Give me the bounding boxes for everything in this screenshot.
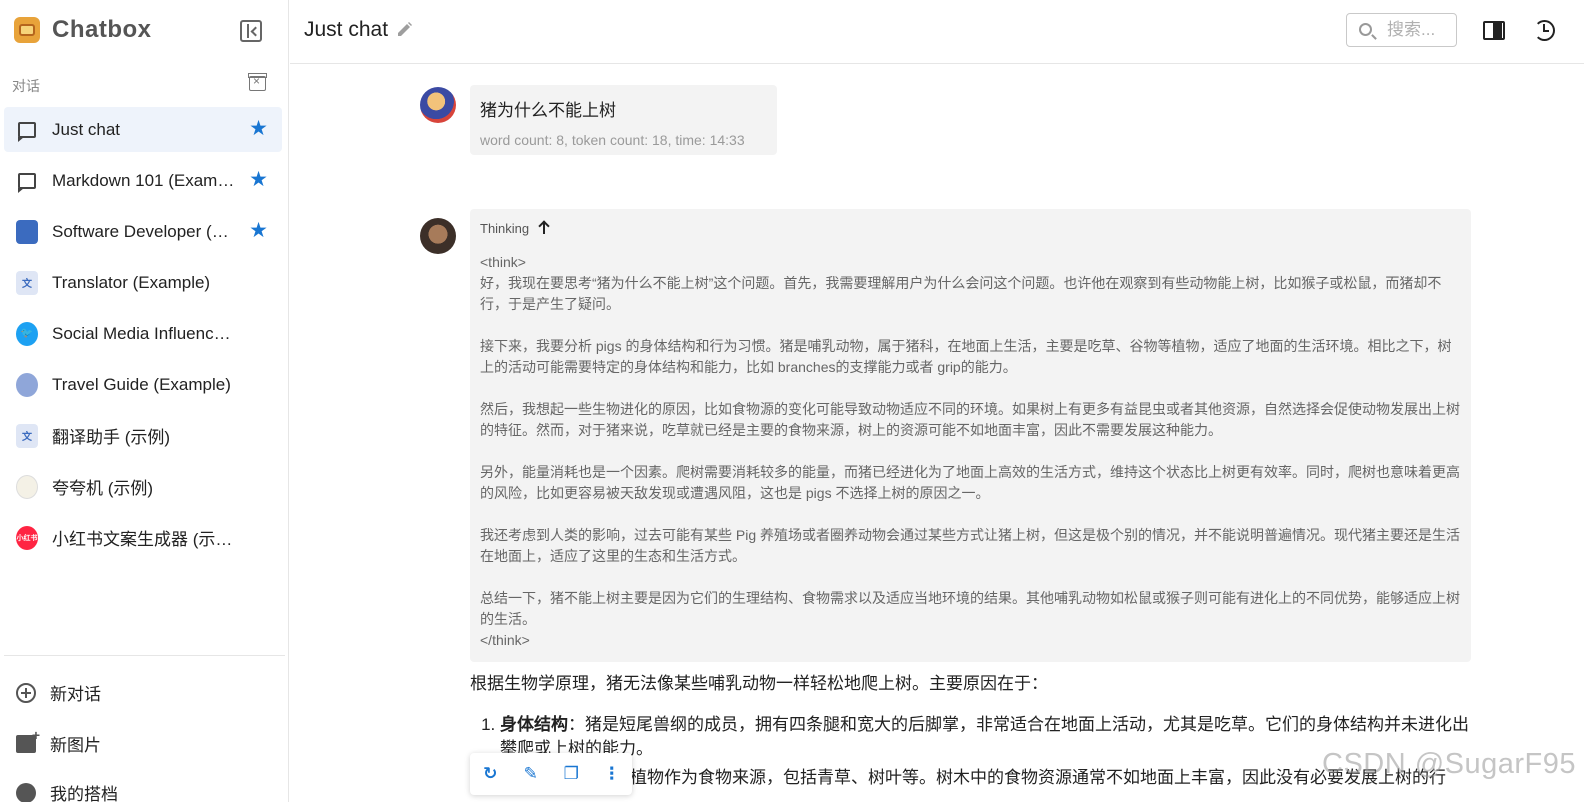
conversation-item-xiaohongshu[interactable]: 小红书 小红书文案生成器 (示例) xyxy=(4,515,282,560)
conversation-label: Software Developer (Example) xyxy=(52,221,237,241)
translator-avatar-icon: 文 xyxy=(16,423,38,448)
search-icon xyxy=(1359,23,1372,36)
chatbox-app: Chatbox 对话 Just chat ★ Markdown 101 (Exa… xyxy=(0,0,1584,802)
new-image-label: 新图片 xyxy=(50,736,101,755)
brand-name: Chatbox xyxy=(52,16,152,43)
collapse-sidebar-icon[interactable] xyxy=(240,20,262,42)
conversation-label: Translator (Example) xyxy=(52,272,211,292)
thinking-content: <think> 好，我现在要思考“猪为什么不能上树”这个问题。首先，我需要理解用… xyxy=(480,252,1465,651)
image-plus-icon xyxy=(16,727,40,753)
conversation-item-travel-guide[interactable]: Travel Guide (Example) xyxy=(4,362,282,407)
conversation-label: Travel Guide (Example) xyxy=(52,374,231,394)
user-avatar xyxy=(420,87,456,123)
new-image-button[interactable]: 新图片 xyxy=(16,727,101,756)
conversation-list: Just chat ★ Markdown 101 (Example) ★ Sof… xyxy=(4,107,282,566)
conversation-item-praise-bot[interactable]: 夸夸机 (示例) xyxy=(4,464,282,509)
user-message-meta: word count: 8, token count: 18, time: 14… xyxy=(480,132,745,148)
user-message: 猪为什么不能上树 word count: 8, token count: 18,… xyxy=(470,85,777,155)
plus-circle-icon xyxy=(16,682,36,703)
star-icon[interactable]: ★ xyxy=(249,169,268,190)
conversation-label: 小红书文案生成器 (示例) xyxy=(52,530,237,549)
conversation-item-markdown[interactable]: Markdown 101 (Example) ★ xyxy=(4,158,282,203)
assistant-avatar xyxy=(420,218,456,254)
conversation-label: Just chat xyxy=(52,119,121,139)
developer-avatar-icon xyxy=(16,219,38,244)
duck-avatar-icon xyxy=(16,474,38,499)
conversation-item-translator[interactable]: 文 Translator (Example) xyxy=(4,260,282,305)
thinking-paragraph: 接下来，我要分析 pigs 的身体结构和行为习惯。猪是哺乳动物，属于猪科，在地面… xyxy=(480,338,1452,375)
toggle-panel-icon[interactable] xyxy=(1483,21,1505,40)
new-chat-label: 新对话 xyxy=(50,685,101,704)
refresh-icon[interactable]: ↻ xyxy=(481,765,499,783)
globe-avatar-icon xyxy=(16,372,38,397)
history-icon[interactable] xyxy=(1534,20,1555,41)
conversations-section-label: 对话 xyxy=(12,78,40,94)
sidebar: Chatbox 对话 Just chat ★ Markdown 101 (Exa… xyxy=(0,0,289,802)
more-icon[interactable]: ⋮ xyxy=(603,765,621,783)
chat-title[interactable]: Just chat xyxy=(304,18,388,42)
thinking-paragraph: 我还考虑到人类的影响，过去可能有某些 Pig 养殖场或者圈养动物会通过某些方式让… xyxy=(480,527,1461,564)
answer-item-title: 身体结构 xyxy=(500,715,568,734)
star-icon[interactable]: ★ xyxy=(249,220,268,241)
conversation-label: 夸夸机 (示例) xyxy=(52,479,154,498)
sidebar-divider xyxy=(4,655,285,656)
conversation-item-translator-cn[interactable]: 文 翻译助手 (示例) xyxy=(4,413,282,458)
chat-bubble-icon xyxy=(16,170,38,193)
collapse-thinking-arrow-up-icon[interactable] xyxy=(543,222,545,234)
conversation-item-just-chat[interactable]: Just chat ★ xyxy=(4,107,282,152)
chat-header: Just chat xyxy=(290,0,1584,64)
my-partners-label: 我的搭档 xyxy=(50,785,118,802)
conversation-label: Markdown 101 (Example) xyxy=(52,170,237,190)
thinking-block: Thinking <think> 好，我现在要思考“猪为什么不能上树”这个问题。… xyxy=(470,209,1471,662)
chatbox-logo-icon xyxy=(14,17,40,43)
watermark: CSDN @SugarF95 xyxy=(1322,748,1577,780)
message-toolbar: ↻ ✎ ❐ ⋮ xyxy=(470,753,632,795)
brand: Chatbox xyxy=(14,14,152,46)
xiaohongshu-avatar-icon: 小红书 xyxy=(16,525,38,550)
search-input[interactable] xyxy=(1387,20,1453,40)
conversation-item-social-media[interactable]: 🐦 Social Media Influencer (Example) xyxy=(4,311,282,356)
my-partners-button[interactable]: 我的搭档 xyxy=(16,780,118,802)
edit-title-icon[interactable] xyxy=(396,20,412,40)
thinking-paragraph: 另外，能量消耗也是一个因素。爬树需要消耗较多的能量，而猪已经进化为了地面上高效的… xyxy=(480,464,1460,501)
think-close-tag: </think> xyxy=(480,632,530,648)
translator-avatar-icon: 文 xyxy=(16,270,38,295)
conversation-item-software-developer[interactable]: Software Developer (Example) ★ xyxy=(4,209,282,254)
edit-icon[interactable]: ✎ xyxy=(522,765,540,783)
think-open-tag: <think> xyxy=(480,254,526,270)
new-chat-button[interactable]: 新对话 xyxy=(16,680,101,705)
thinking-paragraph: 然后，我想起一些生物进化的原因，比如食物源的变化可能导致动物适应不同的环境。如果… xyxy=(480,401,1460,438)
copy-icon[interactable]: ❐ xyxy=(562,765,580,783)
user-message-text: 猪为什么不能上树 xyxy=(480,101,616,120)
message-list: 猪为什么不能上树 word count: 8, token count: 18,… xyxy=(290,65,1584,802)
thinking-paragraph: 好，我现在要思考“猪为什么不能上树”这个问题。首先，我需要理解用户为什么会问这个… xyxy=(480,275,1442,312)
star-icon[interactable]: ★ xyxy=(249,118,268,139)
thinking-label[interactable]: Thinking xyxy=(480,221,529,236)
chat-bubble-icon xyxy=(16,119,38,142)
search-box[interactable] xyxy=(1346,13,1457,47)
conversation-label: 翻译助手 (示例) xyxy=(52,428,171,447)
gear-icon xyxy=(16,782,36,802)
conversation-label: Social Media Influencer (Example) xyxy=(52,323,237,343)
clear-conversations-icon[interactable] xyxy=(248,73,267,91)
thinking-paragraph: 总结一下，猪不能上树主要是因为它们的生理结构、食物需求以及适应当地环境的结果。其… xyxy=(480,590,1460,627)
answer-intro: 根据生物学原理，猪无法像某些哺乳动物一样轻松地爬上树。主要原因在于： xyxy=(470,674,1048,693)
twitter-avatar-icon: 🐦 xyxy=(16,321,38,346)
